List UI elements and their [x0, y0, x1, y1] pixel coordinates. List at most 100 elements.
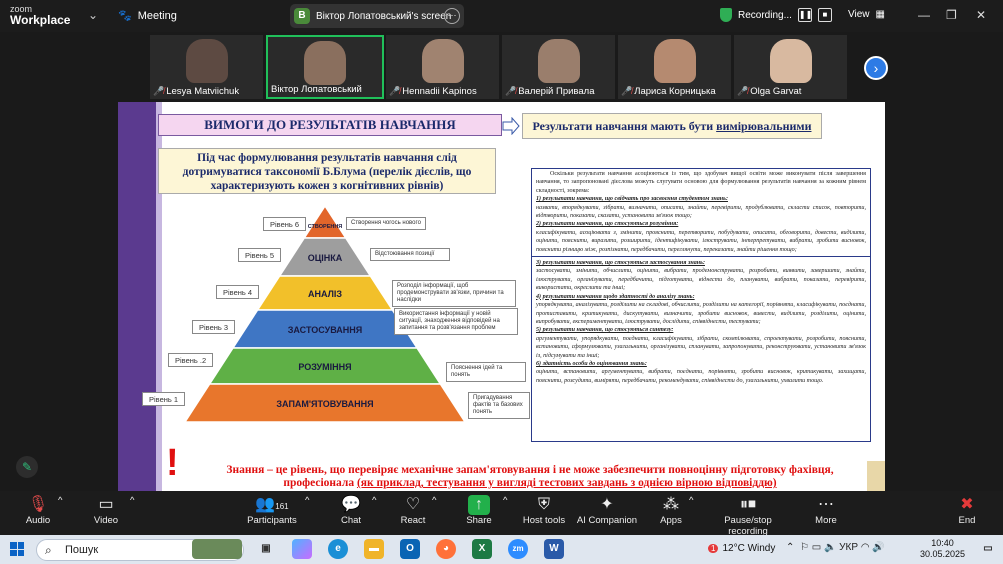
system-tray[interactable]: ⌃ ⚐ ▭ 🔈 УКР ◠ 🔊 — [786, 542, 885, 553]
windows-start-icon[interactable] — [10, 542, 24, 556]
chat-button[interactable]: 💬 Chat — [336, 495, 366, 526]
sparkle-icon: ✦ — [600, 496, 614, 513]
file-explorer-icon[interactable]: ▬ — [364, 539, 384, 559]
next-page-button[interactable]: › — [864, 56, 888, 80]
pyramid-level-label: СТВОРЕННЯ — [308, 224, 343, 230]
copilot-icon[interactable] — [292, 539, 312, 559]
host-tools-button[interactable]: ⛨ Host tools — [522, 495, 566, 526]
slide-subtitle-box: Результати навчання мають бути вимірювал… — [522, 113, 822, 139]
react-button[interactable]: ♡ React — [398, 495, 428, 526]
share-arrow-icon: ↑ — [468, 495, 490, 515]
pause-stop-icon: ⏸⏹ — [739, 496, 756, 513]
notification-icon[interactable]: ▭ — [978, 539, 998, 559]
meeting-info-button[interactable]: 🐾 Meeting — [118, 9, 177, 23]
participant-tile[interactable]: 🎤̸ Lesya Matviichuk — [150, 35, 263, 99]
participant-video — [421, 39, 464, 83]
mic-muted-icon: 🎤̸ — [153, 86, 165, 96]
more-options-icon[interactable]: ··· — [444, 8, 460, 24]
apps-button[interactable]: ⁂ Apps — [658, 495, 684, 526]
heart-icon: ♡ — [405, 496, 421, 513]
close-icon[interactable]: ✕ — [976, 8, 986, 22]
slide-intro-box: Під час формулювання результатів навчанн… — [158, 148, 496, 194]
react-caret[interactable]: ^ — [432, 495, 436, 506]
zoom-taskbar-icon[interactable]: zm — [508, 539, 528, 559]
participant-tile-active-speaker[interactable]: Віктор Лопатовський — [266, 35, 384, 99]
participant-tile[interactable]: 🎤̸ Hennadii Kapinos — [386, 35, 499, 99]
task-view-icon[interactable]: ▣ — [256, 539, 276, 559]
pyramid-level-label: АНАЛІЗ — [308, 289, 342, 299]
screen-owner-badge: B — [294, 8, 310, 24]
mic-muted-icon: 🎙 — [27, 496, 49, 513]
share-caret[interactable]: ^ — [503, 495, 507, 506]
weather-widget[interactable]: 1 12°C Windy — [708, 543, 775, 554]
battery-icon: ▭ — [811, 542, 822, 553]
screen-owner-label: Віктор Лопатовський's screen — [316, 10, 452, 22]
more-button[interactable]: ⋯ More — [812, 495, 840, 526]
taskbar-clock[interactable]: 10:40 30.05.2025 — [920, 538, 965, 560]
mic-muted-icon: 🎤̸ — [505, 86, 517, 96]
network-icon: ⚐ — [799, 542, 809, 553]
participant-tile[interactable]: 🎤̸ Olga Garvat — [734, 35, 847, 99]
recording-label: Recording... — [738, 9, 792, 21]
video-options-caret[interactable]: ^ — [130, 495, 134, 506]
camera-icon: ▭ — [98, 496, 114, 513]
shield-icon — [720, 8, 732, 22]
participant-tile[interactable]: 🎤̸ Лариса Корницька — [618, 35, 731, 99]
volume-icon: 🔈 — [823, 542, 837, 553]
restore-icon[interactable]: ❐ — [946, 8, 957, 22]
ai-companion-button[interactable]: ✦ AI Companion — [576, 495, 638, 526]
level-note: Створення чогось нового — [346, 217, 426, 230]
arrow-right-icon — [502, 117, 520, 135]
participant-video — [653, 39, 696, 83]
word-icon[interactable]: W — [544, 539, 564, 559]
weather-badge: 1 — [708, 544, 719, 553]
participants-icon: 👥161 — [255, 496, 289, 513]
search-highlight-image[interactable] — [192, 539, 242, 559]
keyboard-lang: УКР — [839, 542, 859, 553]
shared-screen-pill[interactable]: B Віктор Лопатовський's screen ··· — [290, 4, 464, 28]
participant-tile[interactable]: 🎤̸ Валерій Привала — [502, 35, 615, 99]
chat-caret[interactable]: ^ — [372, 495, 376, 506]
apps-caret[interactable]: ^ — [689, 495, 693, 506]
level-note: Відстоювання позиції — [370, 248, 450, 261]
level-note: Пояснення ідей та понять — [446, 362, 526, 382]
level-note: Використання інформації у новій ситуації… — [394, 308, 518, 335]
firefox-icon[interactable]: ◕ — [436, 539, 456, 559]
chevron-down-icon[interactable]: ⌄ — [88, 8, 98, 22]
outlook-icon[interactable]: O — [400, 539, 420, 559]
participant-video — [185, 39, 228, 83]
participant-video — [769, 39, 812, 83]
annotate-pen-button[interactable]: ✎ — [16, 456, 38, 478]
verbs-text-box: Оскільки результати навчання асоціюються… — [531, 168, 871, 442]
view-button[interactable]: View ▦ — [848, 9, 885, 20]
pause-recording-button[interactable]: ❚❚ — [797, 8, 812, 22]
participant-strip: 🎤̸ Lesya Matviichuk Віктор Лопатовський 🎤… — [0, 32, 1003, 102]
stop-recording-button[interactable]: ■ — [817, 8, 832, 22]
chat-icon: 💬 — [341, 496, 361, 513]
participants-caret[interactable]: ^ — [305, 495, 309, 506]
pause-stop-recording-button[interactable]: ⏸⏹ Pause/stop recording — [704, 495, 792, 537]
audio-options-caret[interactable]: ^ — [58, 495, 62, 506]
wifi-icon: ◠ — [860, 542, 870, 553]
share-button[interactable]: ↑ Share — [462, 495, 496, 526]
pyramid-level-label: РОЗУМІННЯ — [298, 362, 351, 372]
excel-icon[interactable]: X — [472, 539, 492, 559]
zoom-title-bar: zoom Workplace ⌄ 🐾 Meeting B Віктор Лопа… — [0, 0, 1003, 32]
slide-warning-text: Знання – це рівень, що перевіряє механіч… — [226, 464, 834, 489]
slide-corner-decoration — [867, 461, 885, 491]
pyramid-level-label: ОЦІНКА — [308, 253, 343, 263]
level-label: Рівень 5 — [238, 248, 282, 262]
level-label: Рівень 1 — [142, 392, 186, 406]
edge-icon[interactable]: e — [328, 539, 348, 559]
video-button[interactable]: ▭ Video — [88, 495, 124, 526]
close-circle-icon: ✖ — [960, 496, 974, 513]
pyramid-level-label: ЗАПАМ'ЯТОВУВАННЯ — [276, 399, 373, 409]
end-meeting-button[interactable]: ✖ End — [954, 495, 980, 526]
shield-icon: ⛨ — [537, 496, 550, 513]
audio-button[interactable]: 🎙 Audio — [20, 495, 56, 526]
pyramid-level-label: ЗАСТОСУВАННЯ — [288, 325, 362, 335]
minimize-icon[interactable]: — — [918, 8, 930, 22]
level-note: Пригадування фактів та базових понять — [468, 392, 530, 419]
mic-muted-icon: 🎤̸ — [389, 86, 401, 96]
participants-button[interactable]: 👥161 Participants — [244, 495, 300, 526]
